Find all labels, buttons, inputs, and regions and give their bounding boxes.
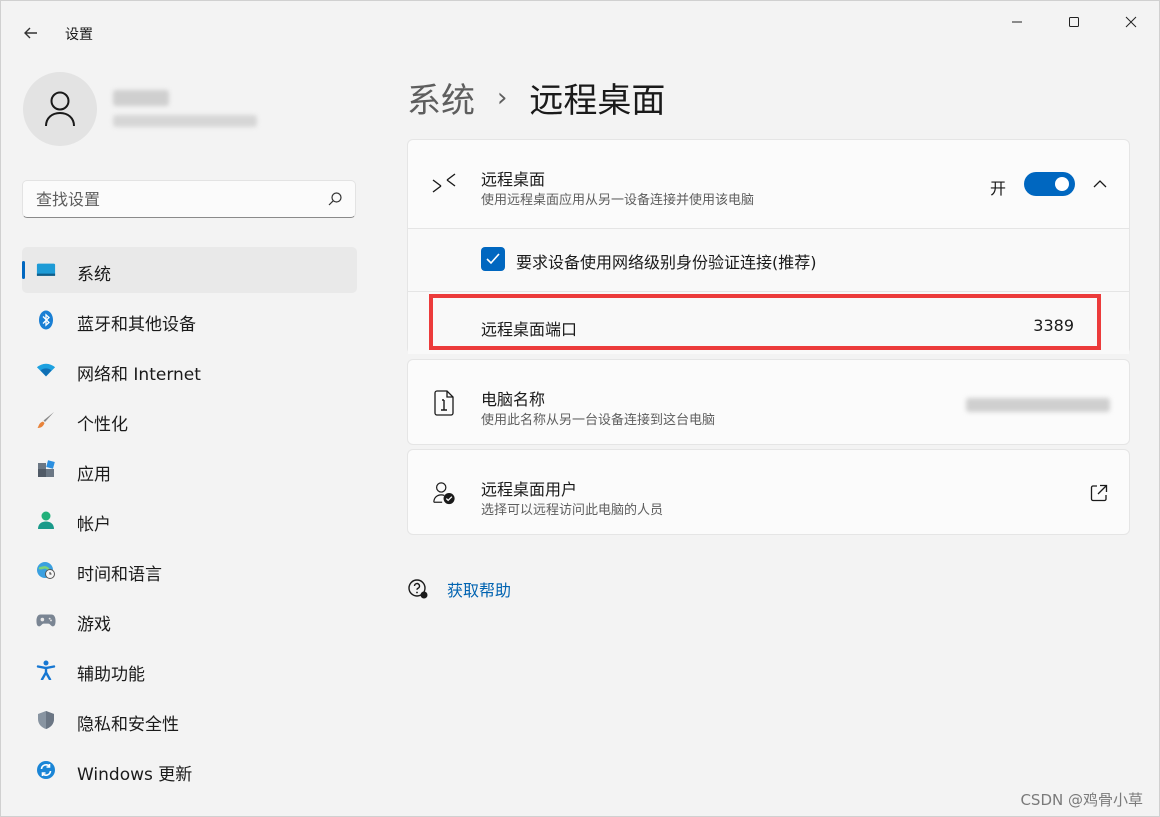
nla-row: 要求设备使用网络级别身份验证连接(推荐) [408,228,1129,291]
sidebar-item-label: 蓝牙和其他设备 [77,315,196,335]
watermark: CSDN @鸡骨小草 [1020,791,1143,809]
remote-users-title: 远程桌面用户 [481,480,578,499]
sidebar-item-accessibility[interactable]: 辅助功能 [22,647,357,693]
avatar[interactable] [23,72,97,146]
remote-desktop-row[interactable]: 远程桌面 使用远程桌面应用从另一设备连接并使用该电脑 开 [408,140,1129,228]
sidebar-item-label: 辅助功能 [77,665,145,685]
toggle-knob [1055,177,1069,191]
wifi-icon [36,360,56,380]
brush-icon [36,410,56,430]
accessibility-icon [36,660,56,680]
minimize-icon [1012,21,1022,23]
port-label: 远程桌面端口 [481,320,578,339]
sidebar-item-network[interactable]: 网络和 Internet [22,347,357,393]
sidebar-item-windows-update[interactable]: Windows 更新 [22,747,357,793]
update-icon [36,760,56,780]
pc-name-value-blurred [966,398,1110,412]
checkmark-icon [486,253,500,265]
remote-desktop-icon [432,170,456,196]
sidebar-item-bluetooth[interactable]: 蓝牙和其他设备 [22,297,357,343]
open-external-icon[interactable] [1088,482,1110,504]
person-icon [45,91,75,127]
pc-name-card: 电脑名称 使用此名称从另一台设备连接到这台电脑 [407,359,1130,445]
title-bar: 设置 [1,1,1159,45]
maximize-icon [1069,17,1079,27]
page-title: 远程桌面 [529,81,666,121]
remote-desktop-subtitle: 使用远程桌面应用从另一设备连接并使用该电脑 [481,193,755,208]
remote-desktop-toggle[interactable] [1024,172,1075,196]
remote-users-subtitle: 选择可以远程访问此电脑的人员 [481,503,664,518]
bluetooth-icon [36,310,56,330]
back-button[interactable] [15,17,47,49]
nla-label[interactable]: 要求设备使用网络级别身份验证连接(推荐) [516,249,817,273]
search-icon[interactable] [327,191,343,207]
sidebar-item-accounts[interactable]: 帐户 [22,497,357,543]
sidebar-item-gaming[interactable]: 游戏 [22,597,357,643]
toggle-state-label: 开 [990,179,1007,198]
help-icon [407,578,429,600]
sidebar-item-label: 帐户 [77,515,111,535]
pc-info-icon [432,390,456,416]
settings-window: 设置 系统 [0,0,1160,817]
account-icon [36,510,56,530]
remote-desktop-card: 远程桌面 使用远程桌面应用从另一设备连接并使用该电脑 开 要求设备使用网络级别身… [407,139,1130,354]
sidebar-item-label: 游戏 [77,615,111,635]
port-row: 远程桌面端口 3389 [408,291,1129,354]
get-help-link[interactable]: 获取帮助 [447,577,511,601]
sidebar-item-label: 系统 [77,265,111,285]
sidebar-nav: 系统 蓝牙和其他设备 网络和 Internet 个性化 应用 帐户 时间和语言 … [22,247,357,797]
search-input[interactable] [23,181,313,217]
user-email-blurred [113,115,257,127]
breadcrumb-parent[interactable]: 系统 [407,73,475,122]
close-icon [1125,16,1137,28]
nla-checkbox[interactable] [481,247,505,271]
gamepad-icon [36,610,56,630]
breadcrumb: 系统 › 远程桌面 [407,73,665,122]
close-button[interactable] [1108,11,1154,33]
breadcrumb-separator: › [497,82,508,113]
sidebar-item-privacy[interactable]: 隐私和安全性 [22,697,357,743]
sidebar-item-time-language[interactable]: 时间和语言 [22,547,357,593]
sidebar-item-label: 网络和 Internet [77,365,201,385]
sidebar-item-label: 时间和语言 [77,565,162,585]
sidebar-item-apps[interactable]: 应用 [22,447,357,493]
sidebar-item-system[interactable]: 系统 [22,247,357,293]
user-name-blurred [113,90,169,106]
remote-users-card[interactable]: 远程桌面用户 选择可以远程访问此电脑的人员 [407,449,1130,535]
globe-clock-icon [36,560,56,580]
chevron-up-icon[interactable] [1088,172,1112,196]
search-box [22,180,356,218]
user-check-icon [432,480,456,506]
sidebar-item-label: 应用 [77,465,111,485]
sidebar-item-label: Windows 更新 [77,765,193,785]
remote-desktop-title: 远程桌面 [481,170,546,189]
shield-icon [36,710,56,730]
port-value: 3389 [1033,316,1074,335]
apps-icon [36,460,56,480]
app-title: 设置 [65,27,93,43]
selection-indicator [22,261,25,279]
pc-name-subtitle: 使用此名称从另一台设备连接到这台电脑 [481,413,716,428]
maximize-button[interactable] [1051,11,1097,33]
monitor-icon [36,260,56,280]
sidebar-item-label: 隐私和安全性 [77,715,179,735]
minimize-button[interactable] [994,11,1040,33]
sidebar-item-personalization[interactable]: 个性化 [22,397,357,443]
sidebar-item-label: 个性化 [77,415,128,435]
pc-name-title: 电脑名称 [481,390,546,409]
help-row: 获取帮助 [407,577,511,601]
back-arrow-icon [24,27,37,39]
